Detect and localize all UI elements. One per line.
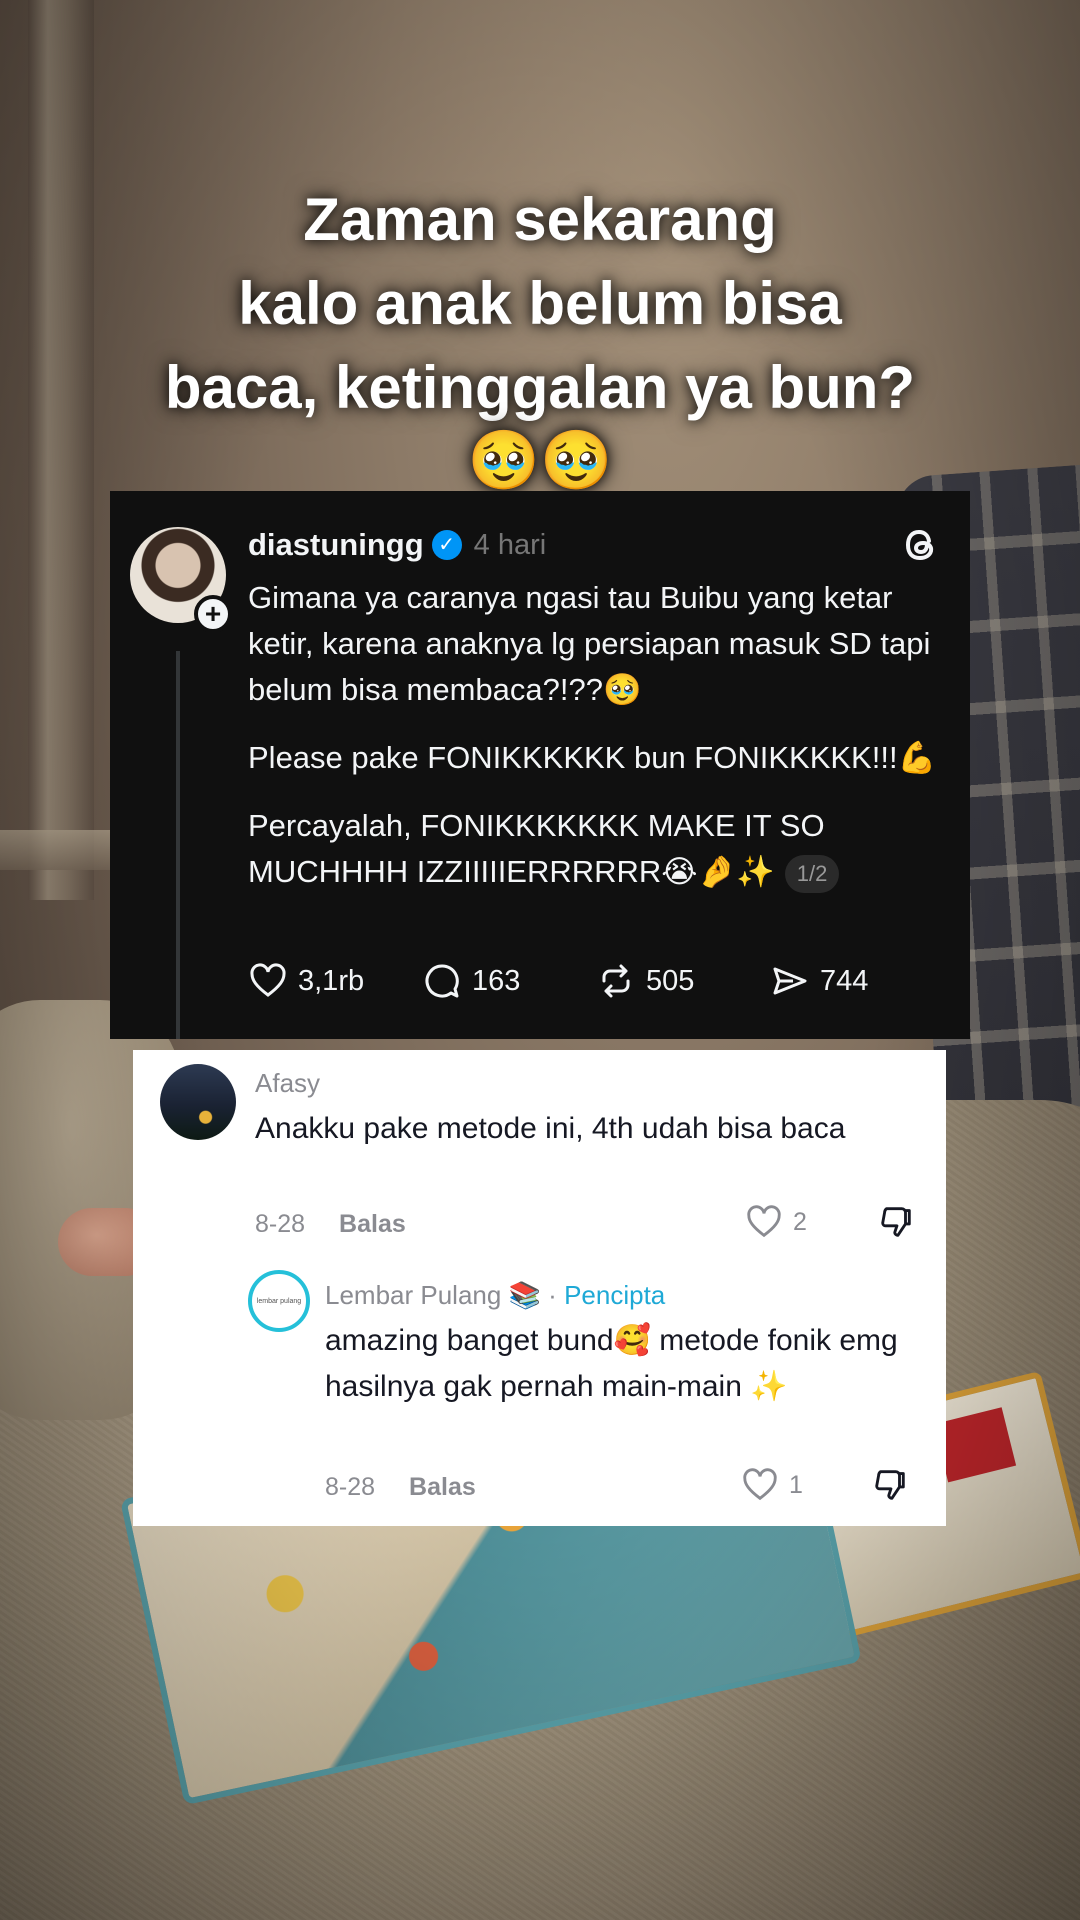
dislike-icon[interactable] [877,1203,915,1241]
comment-reply-button[interactable]: Balas [339,1210,406,1238]
caption-line-1: Zaman sekarang [303,186,777,253]
reply-like-button[interactable]: 1 [741,1466,803,1504]
like-button[interactable]: 3,1rb [248,961,422,1001]
reply-reply-button[interactable]: Balas [409,1473,476,1501]
heart-icon [747,1205,781,1238]
reply-button[interactable]: 163 [422,961,596,1001]
repost-count: 505 [646,964,695,997]
commenter-name[interactable]: Afasy [255,1068,320,1099]
post-paragraph-1: Gimana ya caranya ngasi tau Buibu yang k… [248,580,931,707]
post-paragraph-2: Please pake FONIKKKKKK bun FONIKKKKK!!!💪 [248,740,937,775]
reply-meta: 8-28 Balas [325,1473,476,1502]
caption-line-2: kalo anak belum bisa [238,270,842,337]
send-icon [773,967,807,995]
username[interactable]: diastuningg [248,527,424,563]
page-indicator: 1/2 [784,854,840,893]
commenter-avatar[interactable] [160,1064,236,1140]
comment-like-button[interactable]: 2 [745,1203,807,1241]
threads-post-card: + diastuningg ✓ 4 hari Gimana ya caranya… [110,491,970,1039]
reply-count: 163 [472,964,521,997]
post-paragraph-3: Percayalah, FONIKKKKKKK MAKE IT SO MUCHH… [248,808,825,889]
verified-badge-icon: ✓ [431,530,462,560]
dislike-icon[interactable] [871,1466,909,1504]
creator-avatar[interactable]: lembar pulang [248,1270,310,1332]
comment-meta: 8-28 Balas [255,1210,406,1239]
threads-logo-icon [905,529,934,561]
comment-date: 8-28 [255,1210,306,1238]
reply-like-count: 1 [789,1470,803,1499]
like-count: 3,1rb [298,964,365,997]
follow-plus-icon[interactable]: + [194,595,232,633]
creator-badge: Pencipta [564,1280,666,1310]
heart-icon [743,1468,777,1501]
caption-line-3: baca, ketinggalan ya bun? [164,354,916,421]
post-actions: 3,1rb 163 505 744 [248,961,944,1001]
repost-button[interactable]: 505 [596,961,770,1001]
heart-icon [250,963,286,997]
video-caption: Zaman sekarang kalo anak belum bisa baca… [60,178,1020,496]
share-count: 744 [820,964,869,997]
repost-icon [602,964,630,998]
post-paragraph-3-wrap: Percayalah, FONIKKKKKKK MAKE IT SO MUCHH… [248,803,948,895]
comment-card: Afasy Anakku pake metode ini, 4th udah b… [133,1050,946,1526]
reply-author[interactable]: Lembar Pulang 📚 [325,1280,541,1310]
comment-bubble-icon [425,964,459,998]
thread-line [176,651,180,1039]
comment-like-count: 2 [793,1207,807,1236]
creator-avatar-text: lembar pulang [256,1297,302,1305]
reply-text: amazing banget bund🥰 metode fonik emg ha… [325,1324,898,1403]
separator-dot: · [548,1280,557,1310]
reply-date: 8-28 [325,1473,376,1501]
post-time: 4 hari [473,528,547,561]
comment-text: Anakku pake metode ini, 4th udah bisa ba… [255,1112,846,1145]
post-header: diastuningg ✓ 4 hari [248,521,546,569]
reply-author-line: Lembar Pulang 📚 · Pencipta [325,1280,665,1311]
caption-emojis: 🥹🥹 [467,428,613,493]
post-body: Gimana ya caranya ngasi tau Buibu yang k… [248,575,948,917]
share-button[interactable]: 744 [770,961,944,1001]
